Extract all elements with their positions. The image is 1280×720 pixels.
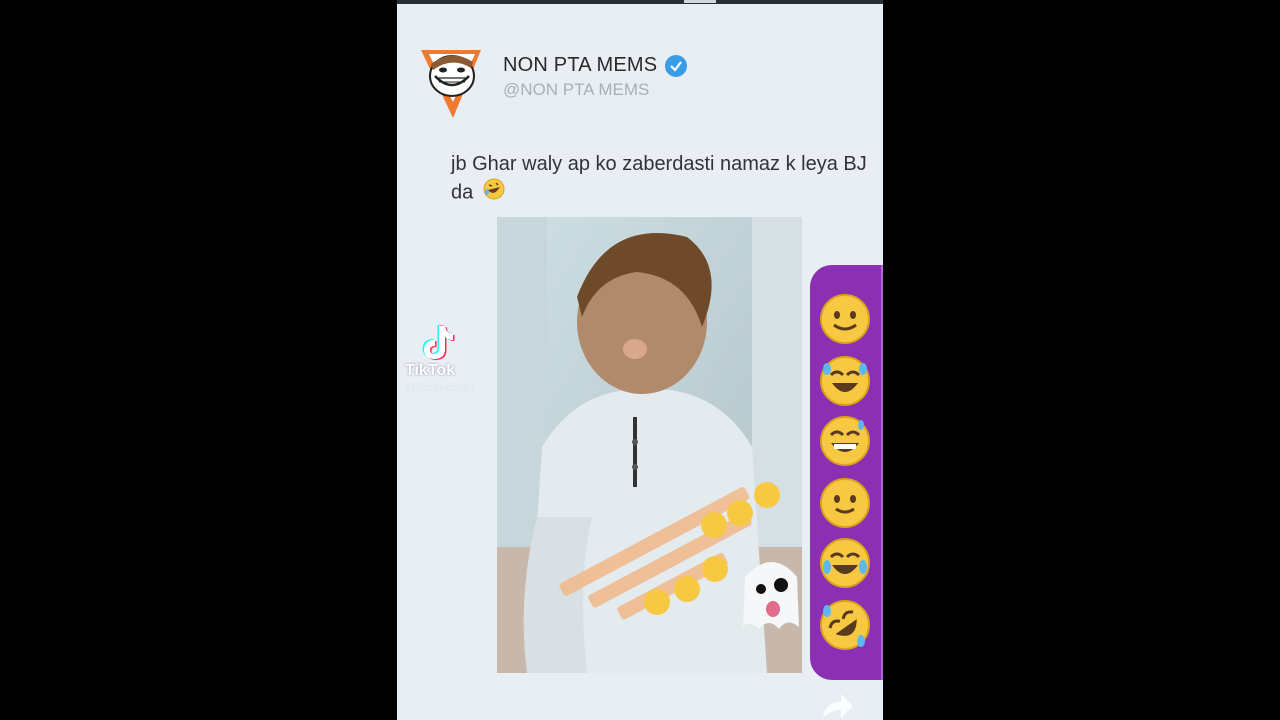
troll-face-icon [421,50,481,118]
profile-avatar[interactable] [419,44,483,120]
joy-face-icon[interactable] [819,537,871,589]
phone-screen: NON PTA MEMS @NON PTA MEMS jb Ghar waly … [397,0,883,720]
caption-text: jb Ghar waly ap ko zaberdasti namaz k le… [451,153,867,204]
joy-face-icon[interactable] [819,355,871,407]
verified-badge-icon [665,54,688,77]
child-video-frame [497,217,802,673]
tiktok-brand-label: TikTok [405,362,456,379]
reaction-bar [810,265,883,680]
slightly-smiling-face-icon[interactable] [819,293,871,345]
account-name[interactable]: NON PTA MEMS [503,54,657,77]
ghost-emoji [743,562,799,629]
tiktok-username: @faizanch701 [405,382,476,394]
account-name-row[interactable]: NON PTA MEMS [503,54,688,77]
status-bar [397,0,883,4]
status-bar-indicator [684,0,716,3]
slightly-smiling-face-icon[interactable] [819,477,871,529]
share-arrow-icon[interactable] [817,690,857,720]
account-handle[interactable]: @NON PTA MEMS [503,80,649,100]
post-caption: jb Ghar waly ap ko zaberdasti namaz k le… [451,150,871,208]
grinning-sweat-face-icon[interactable] [819,415,871,467]
rolling-on-floor-laughing-icon[interactable] [819,599,871,651]
post-media-image[interactable] [497,217,802,673]
tiktok-logo-icon [422,325,455,360]
rolling-on-floor-laughing-icon [483,178,505,208]
